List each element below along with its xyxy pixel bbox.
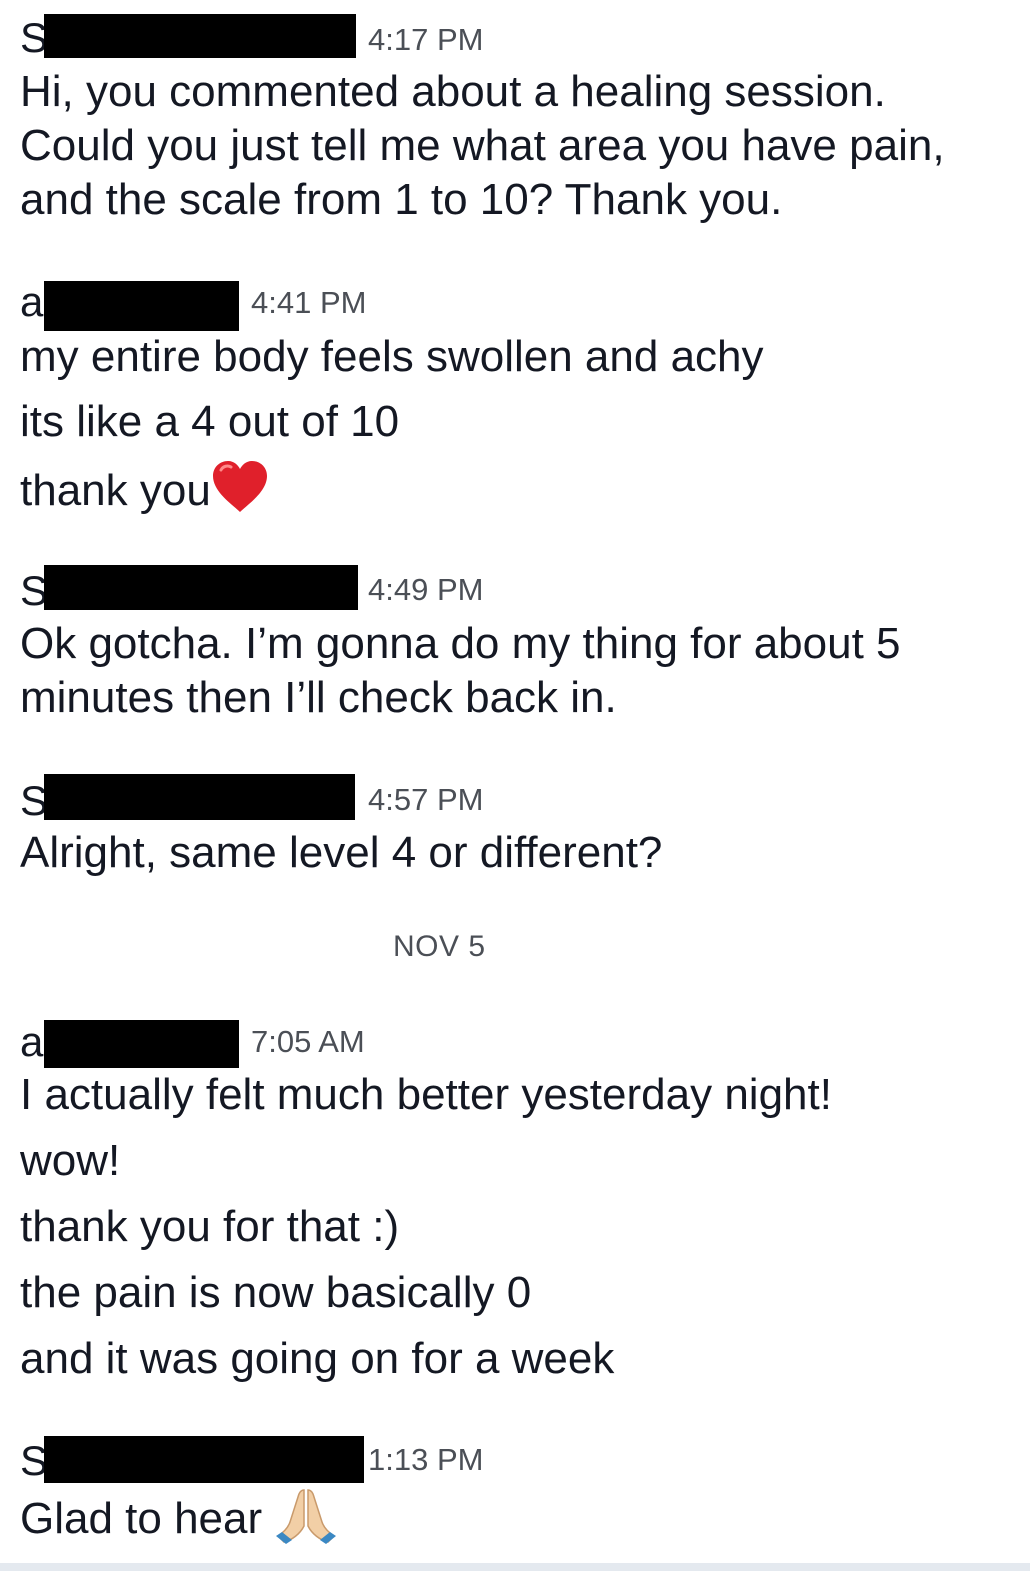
redacted-sender-name: [44, 281, 239, 331]
message-timestamp: 1:13 PM: [368, 1442, 484, 1477]
message-line-text: thank you: [20, 466, 211, 516]
sender-initial: a: [20, 278, 44, 325]
heart-icon: [211, 460, 269, 527]
message-line: Glad to hear: [20, 1486, 338, 1557]
message-line: minutes then I’ll check back in.: [20, 673, 617, 722]
message-line: Ok gotcha. I’m gonna do my thing for abo…: [20, 619, 901, 668]
message-line: thank you for that :): [20, 1202, 400, 1251]
message-line: my entire body feels swollen and achy: [20, 332, 764, 381]
message-line: and it was going on for a week: [20, 1334, 615, 1383]
message-line: wow!: [20, 1136, 121, 1185]
message-group: a 7:05 AM I actually felt much better ye…: [0, 1015, 1030, 1395]
message-line: Hi, you commented about a healing sessio…: [20, 67, 886, 116]
message-group: S 1:13 PM Glad to hear: [0, 1430, 1030, 1560]
message-line: I actually felt much better yesterday ni…: [20, 1070, 832, 1119]
message-line: its like a 4 out of 10: [20, 397, 400, 446]
message-group: a 4:41 PM my entire body feels swollen a…: [0, 275, 1030, 525]
bottom-bar: [0, 1563, 1030, 1571]
message-group: S 4:17 PM Hi, you commented about a heal…: [0, 0, 1030, 240]
message-line: thank you: [20, 460, 269, 527]
redacted-sender-name: [44, 1020, 239, 1068]
message-line: Could you just tell me what area you hav…: [20, 121, 945, 170]
message-line-text: Glad to hear: [20, 1494, 263, 1544]
date-divider: NOV 5: [393, 930, 486, 963]
redacted-sender-name: [44, 565, 358, 610]
message-group: S 4:49 PM Ok gotcha. I’m gonna do my thi…: [0, 560, 1030, 730]
message-timestamp: 4:57 PM: [368, 782, 484, 817]
redacted-sender-name: [44, 1436, 364, 1483]
message-timestamp: 7:05 AM: [251, 1024, 365, 1059]
message-timestamp: 4:17 PM: [368, 22, 484, 57]
folded-hands-icon: [274, 1486, 338, 1557]
message-group: S 4:57 PM Alright, same level 4 or diffe…: [0, 770, 1030, 890]
message-line: Alright, same level 4 or different?: [20, 828, 663, 877]
sender-initial: a: [20, 1018, 44, 1065]
message-line: the pain is now basically 0: [20, 1268, 532, 1317]
redacted-sender-name: [44, 14, 356, 58]
message-timestamp: 4:41 PM: [251, 285, 367, 320]
redacted-sender-name: [44, 774, 355, 820]
message-timestamp: 4:49 PM: [368, 572, 484, 607]
message-line: and the scale from 1 to 10? Thank you.: [20, 175, 783, 224]
